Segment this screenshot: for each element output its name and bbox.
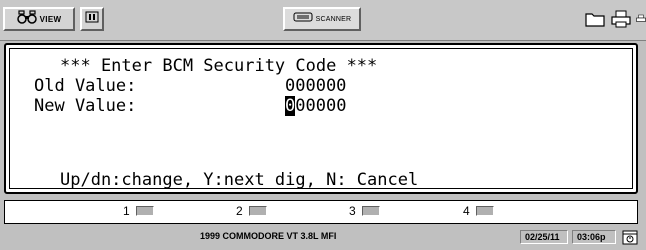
function-key-indicator: [248, 206, 267, 216]
date-display: 02/25/11: [520, 230, 568, 244]
new-value-label: New Value:: [34, 96, 137, 116]
display-frame: *** Enter BCM Security Code *** Old Valu…: [9, 48, 633, 190]
function-key-1[interactable]: 1: [123, 204, 154, 218]
printer-icon[interactable]: [610, 8, 632, 30]
scanner-display: *** Enter BCM Security Code *** Old Valu…: [4, 43, 638, 194]
scanner-label: SCANNER: [315, 15, 352, 23]
help-text: Up/dn:change, Y:next dig, N: Cancel: [60, 170, 419, 190]
function-key-number: 2: [236, 204, 243, 218]
function-key-number: 4: [463, 204, 470, 218]
function-key-indicator: [475, 206, 494, 216]
function-key-indicator: [361, 206, 380, 216]
vehicle-info: 1999 COMMODORE VT 3.8L MFI: [200, 231, 337, 241]
scanner-button[interactable]: SCANNER: [283, 7, 361, 31]
function-key-number: 3: [349, 204, 356, 218]
binoculars-icon: [16, 9, 37, 29]
function-key-3[interactable]: 3: [349, 204, 380, 218]
new-value-rest: 00000: [295, 96, 347, 116]
new-value[interactable]: 000000: [285, 96, 346, 116]
pause-icon: [85, 10, 99, 28]
time-display: 03:06p: [572, 230, 616, 244]
status-bar: 1999 COMMODORE VT 3.8L MFI 02/25/11 03:0…: [0, 228, 646, 246]
function-key-bar: 1 2 3 4: [4, 200, 638, 224]
view-label: VIEW: [39, 14, 62, 24]
calendar-clock-icon[interactable]: [622, 229, 638, 250]
folder-icon[interactable]: [584, 8, 606, 30]
cursor-digit: 0: [285, 96, 296, 116]
function-key-number: 1: [123, 204, 130, 218]
screen-title: *** Enter BCM Security Code ***: [60, 56, 378, 76]
scanner-icon: [293, 10, 313, 28]
function-key-4[interactable]: 4: [463, 204, 494, 218]
old-value-label: Old Value:: [34, 76, 137, 96]
printer-cut-icon[interactable]: [636, 8, 646, 30]
function-key-2[interactable]: 2: [236, 204, 267, 218]
top-toolbar: VIEW SCANNER: [0, 0, 646, 41]
old-value: 000000: [285, 76, 347, 96]
pause-button[interactable]: [80, 7, 104, 31]
view-button[interactable]: VIEW: [3, 7, 75, 31]
function-key-indicator: [135, 206, 154, 216]
